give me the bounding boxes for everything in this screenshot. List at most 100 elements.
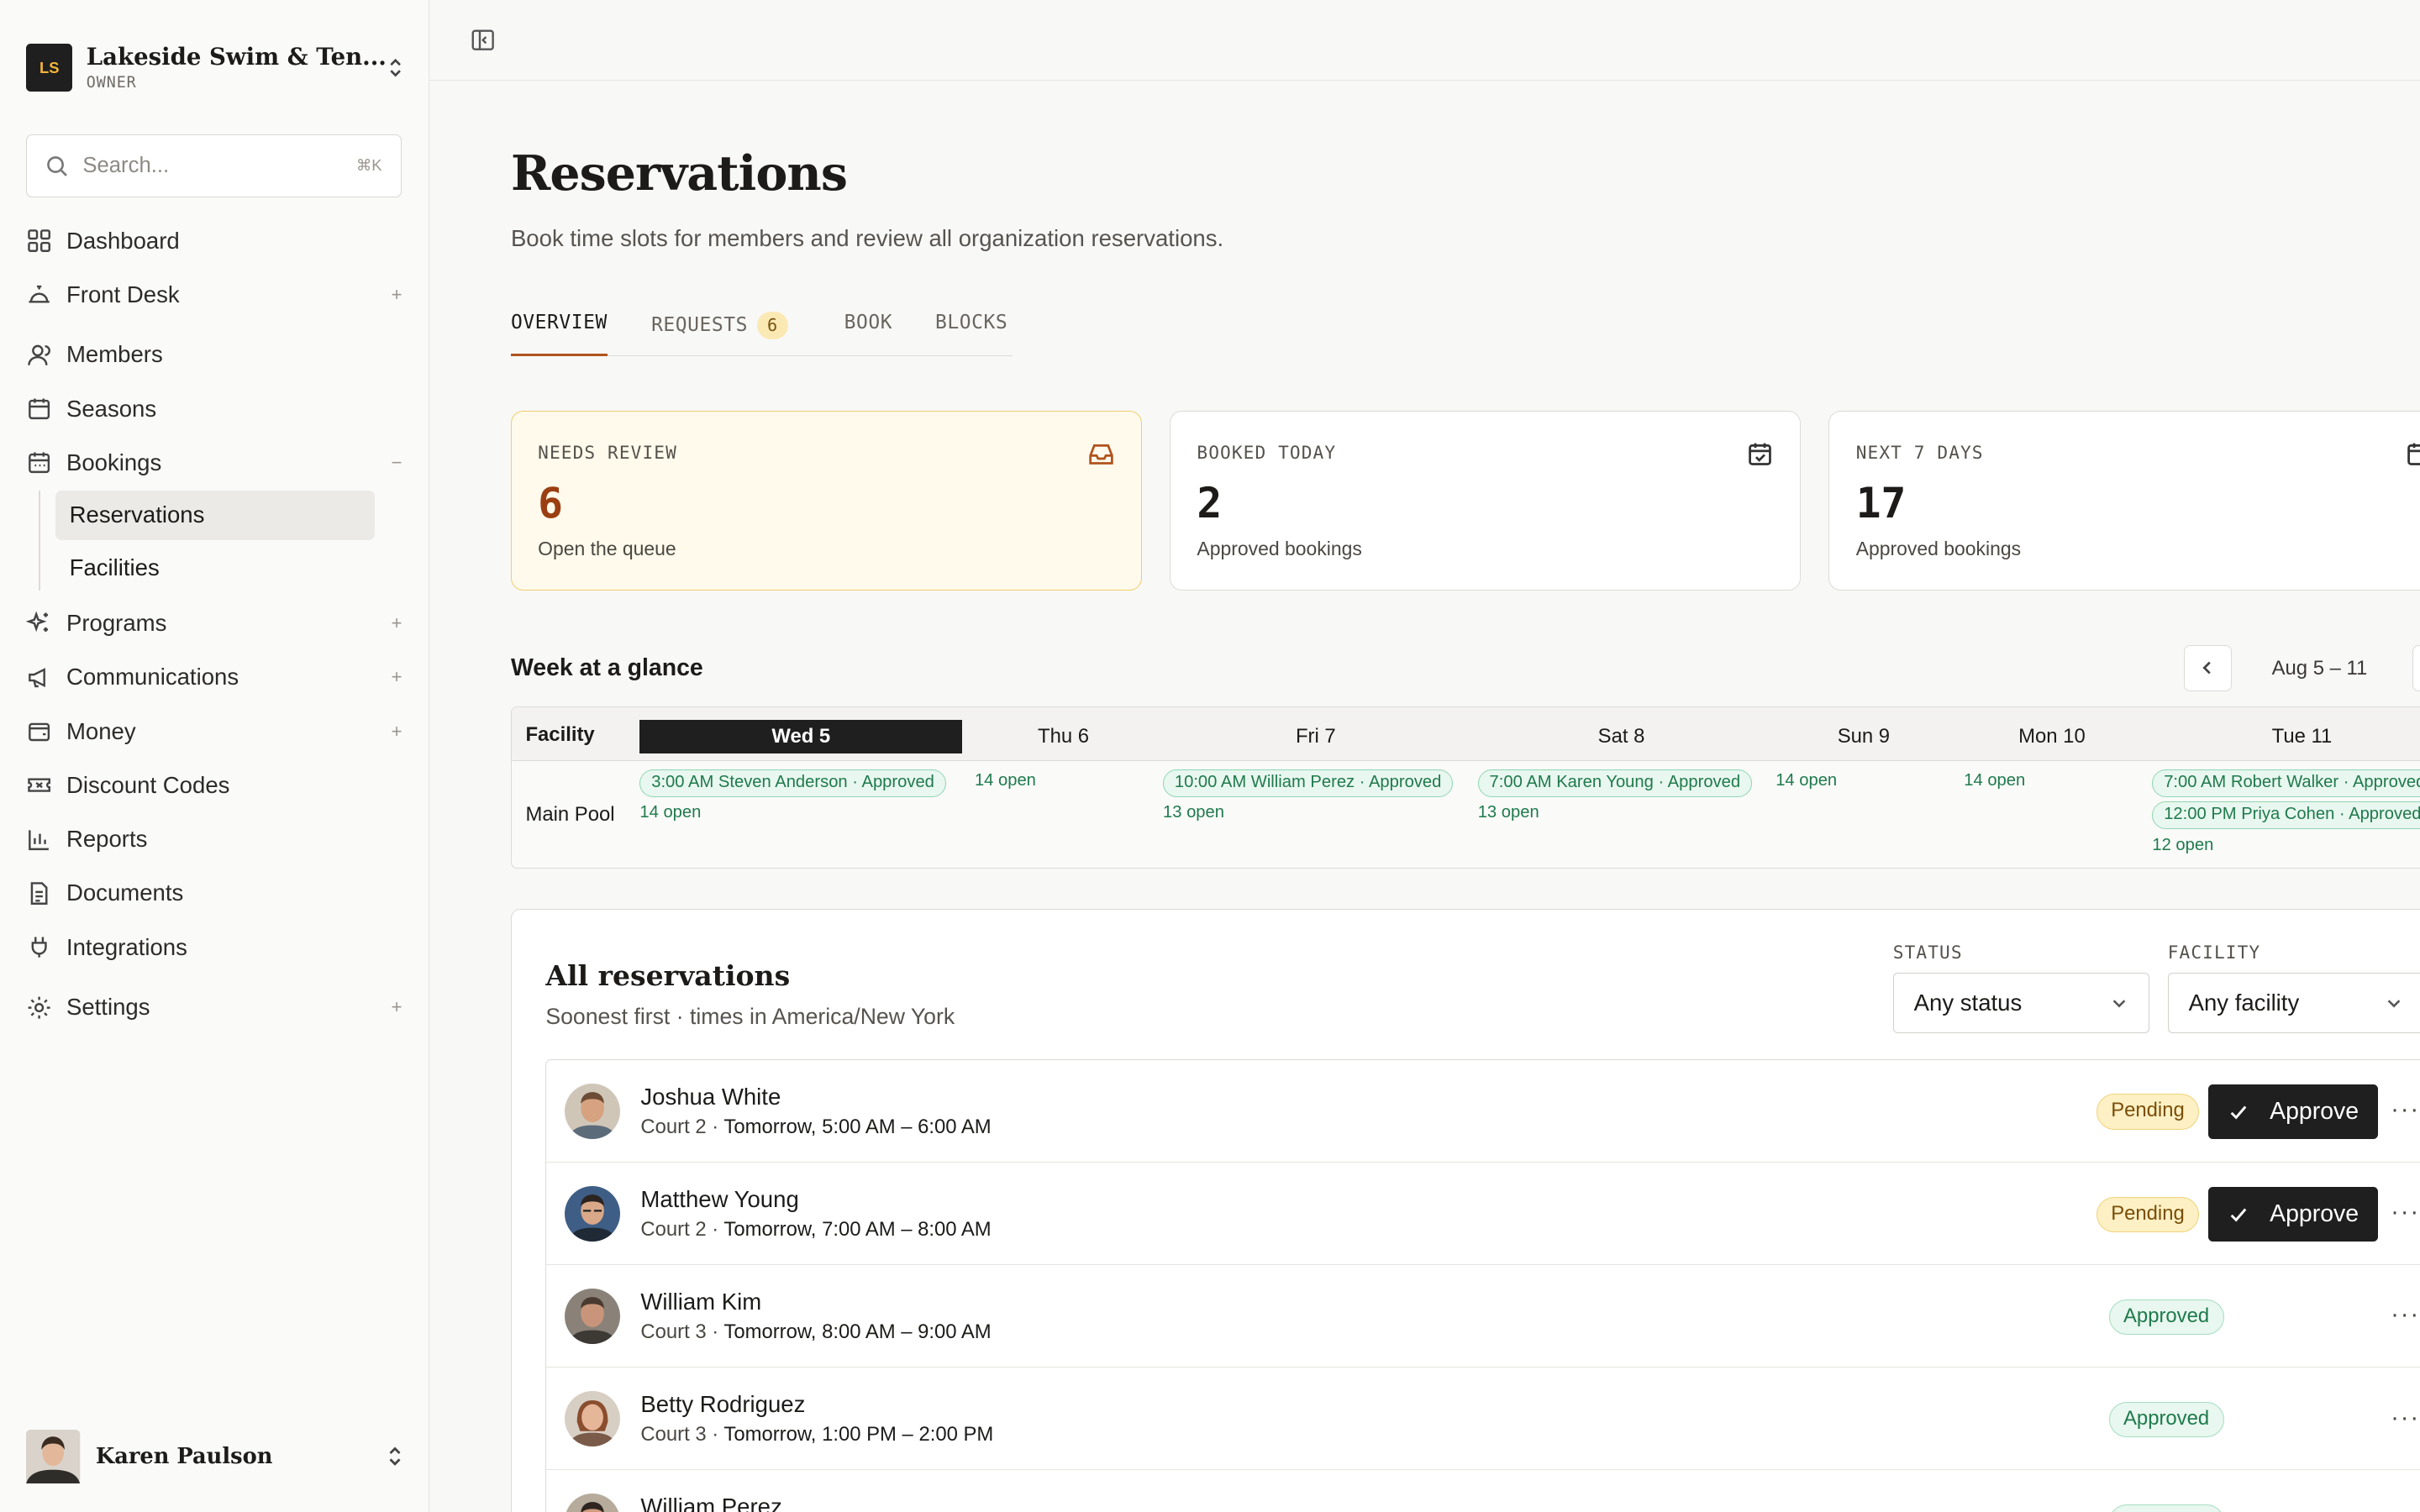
booking-chip[interactable]: 7:00 AM Karen Young · Approved: [1477, 769, 1752, 797]
search-shortcut: ⌘K: [355, 156, 382, 175]
calendar-icon: [29, 452, 50, 474]
tab-blocks[interactable]: BLOCKS: [935, 312, 1007, 356]
document-icon: [30, 882, 48, 905]
list-item[interactable]: Betty Rodriguez Court 3 · Tomorrow, 1:00…: [546, 1368, 2420, 1471]
expand-icon[interactable]: +: [389, 284, 404, 306]
calendar-icon: [2407, 444, 2420, 466]
facility-filter-select[interactable]: Any facility: [2167, 973, 2420, 1033]
sidebar-item-reservations[interactable]: Reservations: [55, 491, 376, 540]
more-icon[interactable]: ···: [2391, 1095, 2420, 1124]
section-title: All reservations: [545, 958, 791, 992]
tab-book[interactable]: BOOK: [844, 312, 892, 356]
more-icon[interactable]: ···: [2391, 1404, 2420, 1432]
tab-overview[interactable]: OVERVIEW: [510, 312, 608, 357]
needs-review-card[interactable]: NEEDS REVIEW 6 Open the queue: [510, 410, 1143, 591]
tab-label: BLOCKS: [935, 312, 1008, 333]
wallet-icon: [29, 722, 50, 742]
user-name: Karen Paulson: [95, 1443, 273, 1469]
booking-chip[interactable]: 12:00 PM Priya Cohen · Approved: [2152, 801, 2420, 830]
sidebar-item-money[interactable]: Money +: [26, 708, 404, 754]
tab-bar: OVERVIEW REQUESTS 6 BOOK BLOCKS: [510, 308, 1013, 357]
sidebar-item-label: Seasons: [66, 395, 157, 422]
avatar: [565, 1185, 621, 1242]
more-icon[interactable]: ···: [2391, 1300, 2420, 1329]
status-badge: Pending: [2096, 1196, 2200, 1232]
sidebar-item-label: Reports: [66, 826, 148, 853]
booked-today-card: BOOKED TODAY 2 Approved bookings: [1170, 410, 1802, 591]
reservation-detail: Court 3 · Tomorrow, 1:00 PM – 2:00 PM: [640, 1423, 993, 1446]
expand-icon[interactable]: +: [389, 666, 404, 688]
reservation-detail: Court 2 · Tomorrow, 5:00 AM – 6:00 AM: [640, 1116, 991, 1139]
more-icon[interactable]: ···: [2391, 1198, 2420, 1226]
sidebar-item-label: Communications: [66, 664, 239, 690]
booking-chip[interactable]: 7:00 AM Robert Walker · Approved: [2152, 769, 2420, 797]
sidebar-item-facilities[interactable]: Facilities: [55, 543, 375, 593]
open-slots: 14 open: [639, 803, 702, 822]
sidebar-item-dashboard[interactable]: Dashboard: [26, 218, 404, 264]
user-menu[interactable]: Karen Paulson: [26, 1427, 404, 1486]
booking-chip[interactable]: 10:00 AM William Perez · Approved: [1163, 769, 1454, 797]
search-input[interactable]: Search... ⌘K: [26, 134, 402, 198]
sidebar-item-discount-codes[interactable]: Discount Codes: [26, 762, 404, 808]
approve-button[interactable]: Approve: [2208, 1084, 2379, 1139]
sidebar-item-reports[interactable]: Reports: [26, 816, 404, 863]
sidebar-item-members[interactable]: Members: [26, 332, 404, 378]
sidebar-item-seasons[interactable]: Seasons: [26, 386, 404, 432]
stat-label: BOOKED TODAY: [1197, 442, 1337, 464]
chevron-up-down-icon: [389, 1446, 401, 1466]
expand-icon[interactable]: +: [389, 612, 404, 634]
list-item[interactable]: William Perez Approved: [546, 1470, 2420, 1512]
grid-icon: [28, 229, 51, 252]
day-header: Thu 6: [1038, 724, 1090, 748]
org-logo: LS: [26, 44, 73, 92]
previous-week-button[interactable]: [2183, 644, 2232, 691]
status-filter-select[interactable]: Any status: [1892, 973, 2149, 1033]
stat-value: 2: [1197, 479, 1223, 528]
approve-label: Approve: [2270, 1200, 2360, 1228]
sidebar: LS Lakeside Swim & Ten... OWNER Search..…: [0, 0, 429, 1512]
day-header: Tue 11: [2271, 724, 2333, 748]
tab-label: REQUESTS: [651, 314, 748, 336]
collapse-icon[interactable]: −: [389, 452, 404, 474]
next-7-days-card: NEXT 7 DAYS 17 Approved bookings: [1828, 410, 2420, 591]
sidebar-item-communications[interactable]: Communications +: [26, 654, 404, 701]
expand-icon[interactable]: +: [389, 721, 404, 743]
subnav-divider: [38, 491, 40, 591]
stat-note: Approved bookings: [1855, 538, 2022, 560]
status-filter-label: STATUS: [1892, 942, 1963, 963]
day-header: Mon 10: [2018, 724, 2086, 748]
facility-name: Main Pool: [525, 803, 615, 827]
top-bar: [430, 0, 2420, 81]
sidebar-item-programs[interactable]: Programs +: [26, 600, 404, 646]
org-switcher[interactable]: LS Lakeside Swim & Ten... OWNER: [26, 37, 404, 98]
section-subtitle: Soonest first · times in America/New Yor…: [545, 1003, 955, 1029]
sidebar-item-bookings[interactable]: Bookings −: [26, 439, 404, 486]
open-slots: 14 open: [974, 770, 1036, 790]
open-slots: 12 open: [2152, 835, 2214, 854]
bar-chart-icon: [29, 829, 50, 850]
week-grid: Facility Wed 5 Thu 6 Fri 7 Sat 8 Sun 9 M…: [510, 706, 2420, 869]
avatar: [565, 1494, 621, 1512]
week-range: Aug 5 – 11: [2271, 657, 2368, 680]
status-badge: Pending: [2096, 1094, 2200, 1130]
chevron-up-down-icon: [390, 59, 401, 77]
sidebar-toggle-icon[interactable]: [471, 28, 495, 52]
list-item[interactable]: Matthew Young Court 2 · Tomorrow, 7:00 A…: [546, 1163, 2420, 1266]
stat-label: NEXT 7 DAYS: [1855, 442, 1984, 464]
approve-button[interactable]: Approve: [2208, 1187, 2379, 1242]
next-week-button[interactable]: [2412, 644, 2420, 691]
tab-requests[interactable]: REQUESTS 6: [651, 312, 788, 356]
expand-icon[interactable]: +: [389, 996, 404, 1018]
booking-chip[interactable]: 3:00 AM Steven Anderson · Approved: [639, 769, 946, 797]
stat-value: 17: [1855, 479, 1907, 528]
sidebar-item-label: Bookings: [66, 449, 162, 475]
sidebar-item-settings[interactable]: Settings +: [26, 984, 404, 1031]
sidebar-item-integrations[interactable]: Integrations: [26, 924, 404, 970]
all-reservations-panel: All reservations Soonest first · times i…: [510, 908, 2420, 1512]
sidebar-item-documents[interactable]: Documents: [26, 870, 404, 916]
list-item[interactable]: Joshua White Court 2 · Tomorrow, 5:00 AM…: [546, 1060, 2420, 1163]
org-name: Lakeside Swim & Ten...: [86, 44, 387, 71]
stat-note: Open the queue: [538, 538, 676, 560]
sidebar-item-front-desk[interactable]: Front Desk +: [26, 271, 404, 318]
list-item[interactable]: William Kim Court 3 · Tomorrow, 8:00 AM …: [546, 1265, 2420, 1368]
